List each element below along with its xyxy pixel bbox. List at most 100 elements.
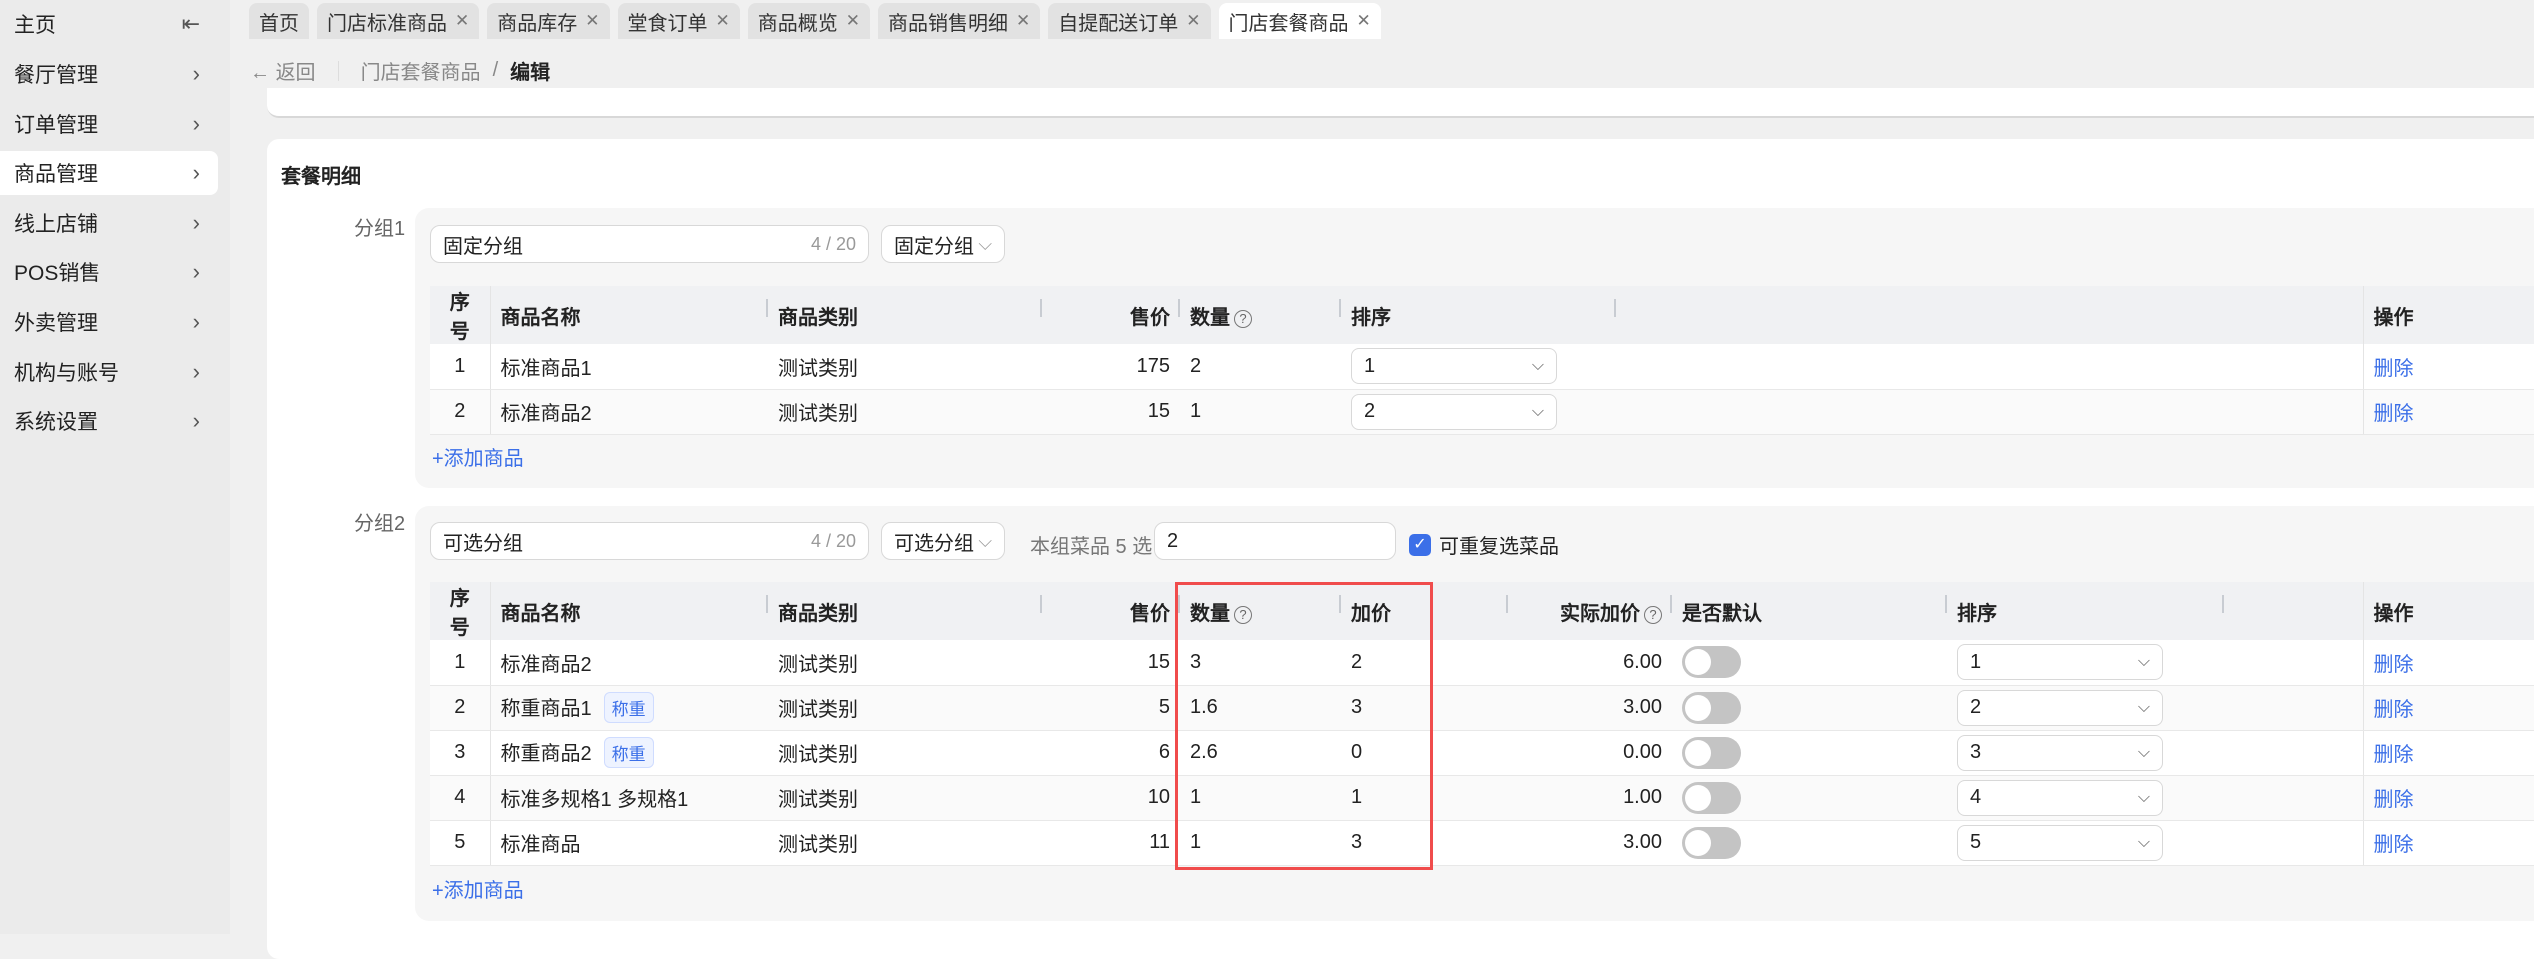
- cell-price: 6: [1042, 730, 1180, 776]
- chevron-right-icon: ›: [192, 110, 200, 136]
- sort-value: 5: [1970, 831, 1982, 853]
- group1-type-select[interactable]: 固定分组 ⌵: [881, 225, 1005, 263]
- table-row: 2 标准商品2 测试类别 15 1 2 ⌵ 删除: [430, 389, 2534, 435]
- sidebar-item[interactable]: POS销售 ›: [0, 250, 218, 294]
- tab[interactable]: 自提配送订单 ✕: [1048, 3, 1211, 39]
- chevron-down-icon: ⌵: [1531, 357, 1544, 375]
- sidebar-home[interactable]: 主页 ⇤: [0, 2, 218, 46]
- product-name: 标准多规格1 多规格1: [500, 789, 689, 811]
- close-icon[interactable]: ✕: [846, 11, 860, 31]
- close-icon[interactable]: ✕: [716, 11, 730, 31]
- sort-select[interactable]: 2 ⌵: [1957, 689, 2163, 726]
- delete-link[interactable]: 删除: [2374, 789, 2414, 811]
- cell-default: [1672, 685, 1947, 731]
- sort-value: 2: [1364, 400, 1376, 422]
- product-name: 称重商品1: [500, 698, 592, 720]
- cell-actual-markup: 1.00: [1508, 775, 1672, 821]
- group2-add-product[interactable]: +添加商品: [432, 874, 524, 903]
- cell-qty: 2: [1180, 344, 1341, 390]
- help-icon[interactable]: ?: [1644, 605, 1662, 624]
- help-icon[interactable]: ?: [1234, 309, 1252, 328]
- table-row: 4 标准多规格1 多规格1 测试类别 10 1 1 1.00 4 ⌵ 删除: [430, 775, 2534, 821]
- sidebar-item[interactable]: 外卖管理 ›: [0, 300, 218, 344]
- cell-price: 15: [1042, 640, 1180, 686]
- sidebar-item[interactable]: 线上店铺 ›: [0, 201, 218, 245]
- sort-select[interactable]: 2 ⌵: [1351, 393, 1557, 430]
- cell-category: 测试类别: [768, 344, 1042, 390]
- cell-sort: 3 ⌵: [1947, 730, 2224, 776]
- pick-count-value: 2: [1167, 529, 1179, 552]
- tab[interactable]: 门店标准商品 ✕: [317, 3, 480, 39]
- cell-sort: 1 ⌵: [1341, 344, 1616, 390]
- cell-op: 删除: [2362, 389, 2534, 435]
- sidebar-item[interactable]: 订单管理 ›: [0, 102, 218, 146]
- sort-select[interactable]: 5 ⌵: [1957, 824, 2163, 861]
- sidebar-item[interactable]: 商品管理 ›: [0, 151, 218, 196]
- cell-actual-markup: 6.00: [1508, 640, 1672, 686]
- tab[interactable]: 商品库存 ✕: [487, 3, 610, 39]
- sidebar-item[interactable]: 机构与账号 ›: [0, 350, 218, 394]
- sidebar-item[interactable]: 系统设置 ›: [0, 399, 218, 443]
- chevron-right-icon: ›: [192, 358, 200, 384]
- cell-op: 删除: [2362, 685, 2534, 731]
- tab[interactable]: 堂食订单 ✕: [617, 3, 740, 39]
- cell-no: 2: [430, 685, 491, 731]
- close-icon[interactable]: ✕: [585, 11, 599, 31]
- pick-count-input[interactable]: 2: [1154, 522, 1396, 560]
- col-no: 序号: [430, 582, 491, 640]
- weighing-tag: 称重: [603, 737, 654, 768]
- close-icon[interactable]: ✕: [1186, 11, 1200, 31]
- group2-type-select[interactable]: 可选分组 ⌵: [881, 522, 1005, 560]
- sidebar-item[interactable]: 餐厅管理 ›: [0, 52, 218, 96]
- chevron-down-icon: ⌵: [978, 530, 992, 551]
- delete-link[interactable]: 删除: [2374, 699, 2414, 721]
- sidebar-item-label: 线上店铺: [14, 212, 98, 236]
- close-icon[interactable]: ✕: [1357, 11, 1371, 31]
- cell-price: 11: [1042, 820, 1180, 866]
- group1-label: 分组1: [354, 218, 406, 240]
- sidebar-item-label: 系统设置: [14, 411, 98, 435]
- default-toggle[interactable]: [1682, 826, 1741, 859]
- col-sort: 排序: [1341, 286, 1616, 344]
- group1-name-input[interactable]: 固定分组 4 / 20: [430, 225, 869, 263]
- tab[interactable]: 商品概览 ✕: [747, 3, 870, 39]
- repeat-select-checkbox[interactable]: ✓ 可重复选菜品: [1409, 530, 1559, 559]
- breadcrumb-parent[interactable]: 门店套餐商品: [361, 56, 481, 85]
- cell-op: 删除: [2362, 640, 2534, 686]
- cell-name: 标准商品1: [490, 344, 768, 390]
- col-name: 商品名称: [490, 582, 768, 640]
- tab[interactable]: 商品销售明细 ✕: [878, 3, 1041, 39]
- group2-box: 可选分组 4 / 20 可选分组 ⌵ 本组菜品 5 选 2 ✓ 可重复选菜品 序…: [415, 506, 2534, 921]
- sort-select[interactable]: 1 ⌵: [1957, 644, 2163, 681]
- cell-qty: 1: [1180, 389, 1341, 435]
- chevron-down-icon: ⌵: [1531, 402, 1544, 420]
- delete-link[interactable]: 删除: [2374, 834, 2414, 856]
- col-name: 商品名称: [490, 286, 768, 344]
- tab[interactable]: 首页: [249, 3, 309, 39]
- default-toggle[interactable]: [1682, 691, 1741, 724]
- sort-select[interactable]: 4 ⌵: [1957, 779, 2163, 816]
- default-toggle[interactable]: [1682, 781, 1741, 814]
- cell-blank: [2224, 685, 2363, 731]
- collapse-left-icon[interactable]: ⇤: [182, 11, 200, 37]
- tab-label: 自提配送订单: [1058, 12, 1179, 35]
- sort-select[interactable]: 3 ⌵: [1957, 734, 2163, 771]
- delete-link[interactable]: 删除: [2374, 744, 2414, 766]
- cell-no: 1: [430, 640, 491, 686]
- default-toggle[interactable]: [1682, 736, 1741, 769]
- sort-select[interactable]: 1 ⌵: [1351, 348, 1557, 385]
- cell-no: 4: [430, 775, 491, 821]
- close-icon[interactable]: ✕: [1016, 11, 1030, 31]
- delete-link[interactable]: 删除: [2374, 403, 2414, 425]
- group2-name-input[interactable]: 可选分组 4 / 20: [430, 522, 869, 560]
- default-toggle[interactable]: [1682, 646, 1741, 679]
- cell-blank: [2224, 640, 2363, 686]
- tab[interactable]: 门店套餐商品 ✕: [1218, 3, 1381, 39]
- delete-link[interactable]: 删除: [2374, 654, 2414, 676]
- close-icon[interactable]: ✕: [455, 11, 469, 31]
- group1-add-product[interactable]: +添加商品: [432, 442, 524, 471]
- col-sort: 排序: [1947, 582, 2224, 640]
- back-button[interactable]: ← 返回: [250, 56, 316, 85]
- col-op: 操作: [2362, 582, 2534, 640]
- delete-link[interactable]: 删除: [2374, 358, 2414, 380]
